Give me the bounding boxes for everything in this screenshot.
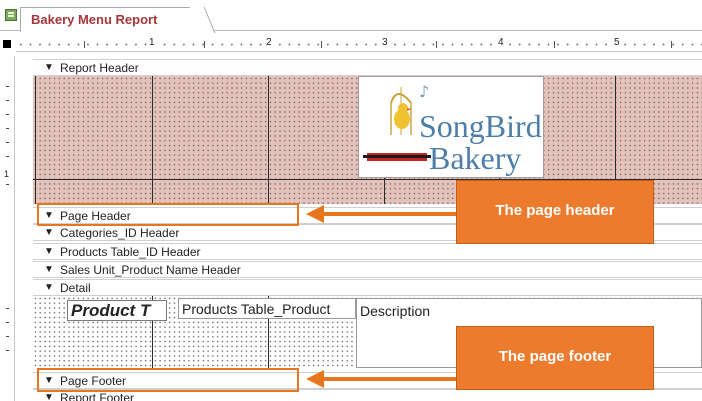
band-label: Detail [60,281,91,295]
band-arrow-icon: ▼ [44,282,54,293]
ruler-tick [84,41,85,48]
grid-line [152,76,153,204]
band-label: Products Table_ID Header [60,245,201,259]
vruler-mark [6,114,9,115]
vruler-mark [6,350,9,351]
report-selector-box[interactable] [3,40,11,48]
vruler-mark [6,142,9,143]
ruler-label-2: 2 [265,37,273,48]
svg-text:SongBird: SongBird [419,108,542,144]
page-footer-arrow [322,377,456,381]
page-header-arrowhead [306,205,324,223]
vruler-mark [6,322,9,323]
vruler-mark [6,128,9,129]
vruler-mark [6,308,9,309]
ruler-label-1: 1 [148,37,156,48]
description-text: Description [360,303,431,319]
grid-line [268,76,269,204]
ruler-label-4: 4 [497,37,505,48]
report-design-window: Bakery Menu Report 1 2 3 4 5 1 ▼ Report [0,0,702,401]
vruler-mark [6,156,9,157]
band-sales-unit-header[interactable]: ▼ Sales Unit_Product Name Header [33,261,702,278]
band-label: Report Header [60,61,139,75]
songbird-bakery-logo: ♪ SongBird Bakery [363,82,542,176]
document-tab-strip: Bakery Menu Report [0,0,702,32]
ruler-tick [671,41,672,48]
page-header-callout: The page header [456,180,654,244]
ruler-tick [204,41,205,48]
band-report-header[interactable]: ▼ Report Header [33,59,702,76]
page-footer-highlight [37,368,299,392]
vruler-mark [6,184,9,185]
vruler-mark [6,336,9,337]
svg-text:Bakery: Bakery [429,140,521,176]
page-footer-callout: The page footer [456,326,654,390]
ruler-tick [554,41,555,48]
ruler-tick [436,41,437,48]
products-table-product-text: Products Table_Product [182,301,331,317]
logo-image-control[interactable]: ♪ SongBird Bakery [358,76,544,178]
ruler-label-3: 3 [381,37,389,48]
vertical-ruler[interactable]: 1 [0,56,15,401]
page-header-arrow [322,212,456,216]
ruler-label-5: 5 [613,37,621,48]
band-label: Categories_ID Header [60,226,180,240]
report-object-icon [5,9,17,21]
grid-line [35,76,36,204]
page-header-highlight [37,203,299,226]
band-label: Report Footer [60,391,135,401]
vruler-label: 1 [4,169,10,179]
band-detail[interactable]: ▼ Detail [33,279,702,296]
vruler-mark [6,100,9,101]
band-label: Sales Unit_Product Name Header [60,263,241,277]
band-arrow-icon: ▼ [44,264,54,275]
vruler-mark [6,86,9,87]
report-tab[interactable]: Bakery Menu Report [20,7,202,32]
ruler-tick [321,41,322,48]
report-tab-title: Bakery Menu Report [31,12,158,27]
band-arrow-icon: ▼ [44,392,54,401]
product-title-textbox[interactable]: Product T [67,300,167,321]
product-title-text: Product T [71,301,151,320]
band-arrow-icon: ▼ [44,62,54,73]
band-arrow-icon: ▼ [44,246,54,257]
products-table-product-textbox[interactable]: Products Table_Product [178,298,356,319]
svg-text:♪: ♪ [419,82,429,101]
page-footer-arrowhead [306,370,324,388]
band-products-table-id-header[interactable]: ▼ Products Table_ID Header [33,243,702,260]
band-arrow-icon: ▼ [44,227,54,238]
ruler-dots [16,43,702,46]
horizontal-ruler[interactable]: 1 2 3 4 5 [16,37,702,52]
